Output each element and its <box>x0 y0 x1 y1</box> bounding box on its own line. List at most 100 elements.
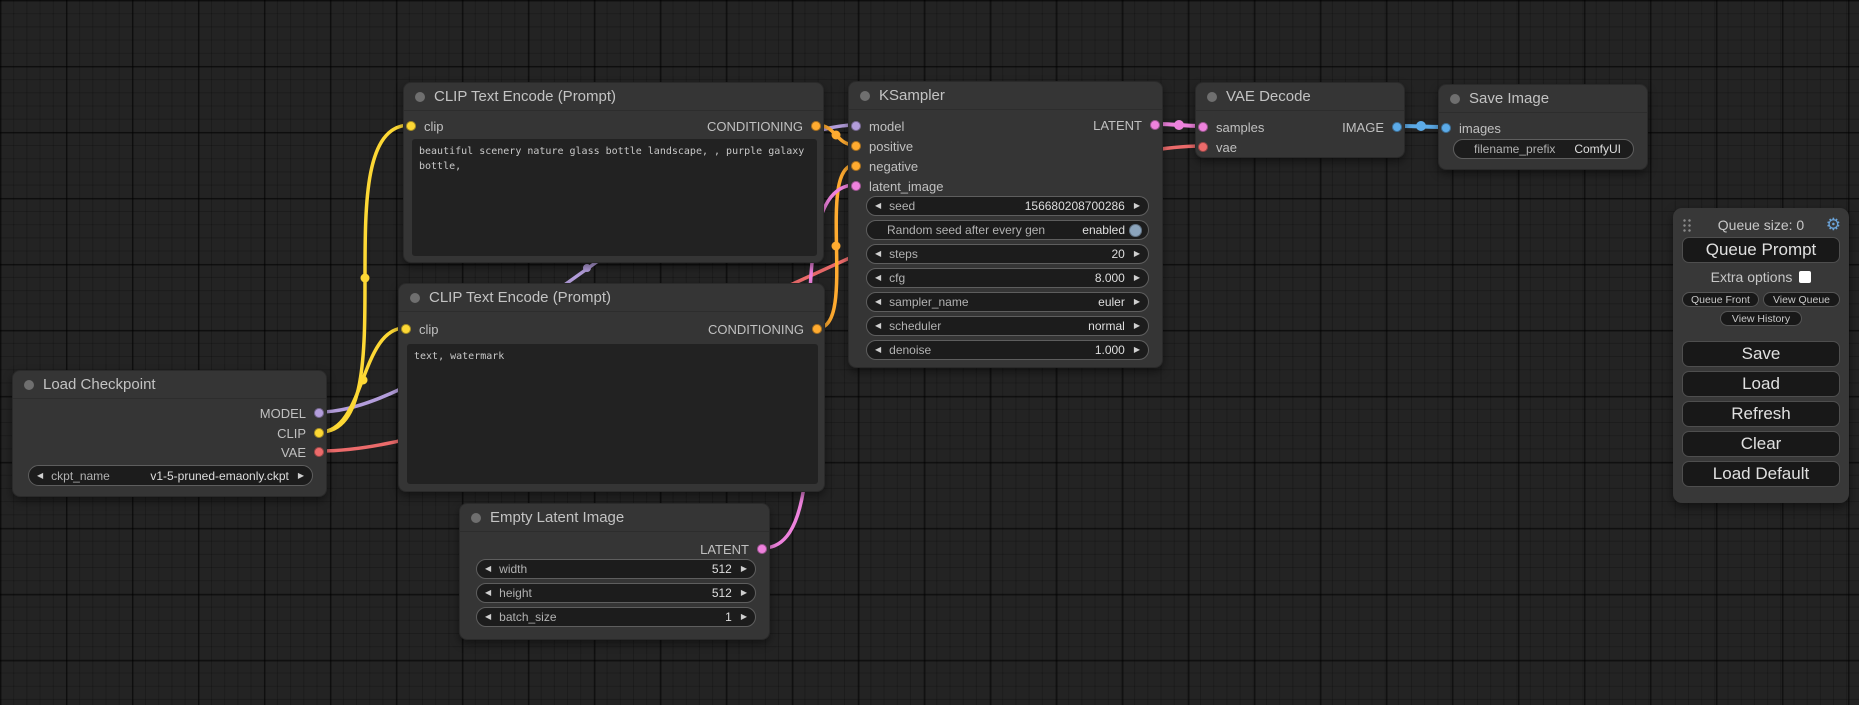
denoise-widget[interactable]: ◀ denoise 1.000 ▶ <box>866 340 1149 360</box>
arrow-left-icon[interactable]: ◀ <box>485 565 491 573</box>
conditioning-port-icon[interactable] <box>851 161 861 171</box>
node-load-checkpoint[interactable]: Load Checkpoint MODEL CLIP VAE ◀ ckpt_na… <box>12 370 327 497</box>
arrow-right-icon[interactable]: ▶ <box>741 565 747 573</box>
node-clip-text-encode-negative[interactable]: CLIP Text Encode (Prompt) clip CONDITION… <box>398 283 825 492</box>
latent-port-icon[interactable] <box>757 544 767 554</box>
seed-widget[interactable]: ◀ seed 156680208700286 ▶ <box>866 196 1149 216</box>
steps-widget[interactable]: ◀ steps 20 ▶ <box>866 244 1149 264</box>
image-port-icon[interactable] <box>1392 122 1402 132</box>
node-save-image[interactable]: Save Image images filename_prefix ComfyU… <box>1438 84 1648 170</box>
collapse-dot-icon[interactable] <box>410 293 420 303</box>
batch-size-widget[interactable]: ◀ batch_size 1 ▶ <box>476 607 756 627</box>
clip-port-icon[interactable] <box>406 121 416 131</box>
collapse-dot-icon[interactable] <box>1450 94 1460 104</box>
arrow-left-icon[interactable]: ◀ <box>875 322 881 330</box>
output-slot-image[interactable]: IMAGE <box>1342 117 1404 137</box>
model-port-icon[interactable] <box>851 121 861 131</box>
arrow-right-icon[interactable]: ▶ <box>1134 274 1140 282</box>
conditioning-port-icon[interactable] <box>812 324 822 334</box>
height-widget[interactable]: ◀ height 512 ▶ <box>476 583 756 603</box>
input-slot-images[interactable]: images <box>1439 118 1501 138</box>
width-widget[interactable]: ◀ width 512 ▶ <box>476 559 756 579</box>
node-graph-canvas[interactable]: Load Checkpoint MODEL CLIP VAE ◀ ckpt_na… <box>0 0 1859 705</box>
arrow-right-icon[interactable]: ▶ <box>1134 346 1140 354</box>
random-seed-toggle[interactable]: Random seed after every gen enabled <box>866 220 1149 240</box>
view-history-button[interactable]: View History <box>1720 311 1802 326</box>
ckpt-name-widget[interactable]: ◀ ckpt_name v1-5-pruned-emaonly.ckpt ▶ <box>28 465 313 486</box>
arrow-right-icon[interactable]: ▶ <box>298 472 304 480</box>
prompt-text-area[interactable]: text, watermark <box>407 344 818 484</box>
node-title-bar[interactable]: CLIP Text Encode (Prompt) <box>399 284 824 312</box>
arrow-right-icon[interactable]: ▶ <box>1134 322 1140 330</box>
node-clip-text-encode-positive[interactable]: CLIP Text Encode (Prompt) clip CONDITION… <box>403 82 824 263</box>
model-port-icon[interactable] <box>314 408 324 418</box>
clip-port-icon[interactable] <box>401 324 411 334</box>
output-slot-model[interactable]: MODEL <box>260 403 326 423</box>
toggle-enabled-icon[interactable] <box>1129 224 1142 237</box>
arrow-left-icon[interactable]: ◀ <box>875 274 881 282</box>
input-slot-vae[interactable]: vae <box>1196 137 1237 157</box>
arrow-left-icon[interactable]: ◀ <box>875 346 881 354</box>
node-title-bar[interactable]: Save Image <box>1439 85 1647 113</box>
input-slot-clip[interactable]: clip <box>399 319 439 339</box>
output-slot-clip[interactable]: CLIP <box>277 423 326 443</box>
collapse-dot-icon[interactable] <box>471 513 481 523</box>
input-slot-latent-image[interactable]: latent_image <box>849 176 943 196</box>
arrow-right-icon[interactable]: ▶ <box>1134 202 1140 210</box>
node-title-bar[interactable]: Load Checkpoint <box>13 371 326 399</box>
save-button[interactable]: Save <box>1682 341 1840 367</box>
arrow-left-icon[interactable]: ◀ <box>875 298 881 306</box>
view-queue-button[interactable]: View Queue <box>1763 292 1840 307</box>
clear-button[interactable]: Clear <box>1682 431 1840 457</box>
output-slot-latent[interactable]: LATENT <box>700 539 769 559</box>
extra-options-checkbox[interactable] <box>1799 271 1811 283</box>
node-title-bar[interactable]: Empty Latent Image <box>460 504 769 532</box>
node-ksampler[interactable]: KSampler model positive negative latent_… <box>848 81 1163 368</box>
arrow-right-icon[interactable]: ▶ <box>1134 250 1140 258</box>
latent-port-icon[interactable] <box>1150 120 1160 130</box>
image-port-icon[interactable] <box>1441 123 1451 133</box>
node-title-bar[interactable]: CLIP Text Encode (Prompt) <box>404 83 823 111</box>
output-slot-conditioning[interactable]: CONDITIONING <box>708 319 824 339</box>
collapse-dot-icon[interactable] <box>860 91 870 101</box>
arrow-right-icon[interactable]: ▶ <box>741 589 747 597</box>
drag-handle-icon[interactable] <box>1682 218 1691 232</box>
node-title-bar[interactable]: KSampler <box>849 82 1162 110</box>
load-button[interactable]: Load <box>1682 371 1840 397</box>
settings-gear-icon[interactable]: ⚙ <box>1826 215 1841 235</box>
conditioning-port-icon[interactable] <box>851 141 861 151</box>
node-empty-latent-image[interactable]: Empty Latent Image LATENT ◀ width 512 ▶ … <box>459 503 770 640</box>
output-slot-latent[interactable]: LATENT <box>1093 115 1162 135</box>
arrow-left-icon[interactable]: ◀ <box>485 613 491 621</box>
arrow-left-icon[interactable]: ◀ <box>485 589 491 597</box>
prompt-text-area[interactable]: beautiful scenery nature glass bottle la… <box>412 139 817 256</box>
queue-front-button[interactable]: Queue Front <box>1682 292 1759 307</box>
scheduler-widget[interactable]: ◀ scheduler normal ▶ <box>866 316 1149 336</box>
collapse-dot-icon[interactable] <box>24 380 34 390</box>
latent-port-icon[interactable] <box>851 181 861 191</box>
node-vae-decode[interactable]: VAE Decode samples vae IMAGE <box>1195 82 1405 158</box>
output-slot-conditioning[interactable]: CONDITIONING <box>707 116 823 136</box>
clip-port-icon[interactable] <box>314 428 324 438</box>
sampler-name-widget[interactable]: ◀ sampler_name euler ▶ <box>866 292 1149 312</box>
latent-port-icon[interactable] <box>1198 122 1208 132</box>
input-slot-samples[interactable]: samples <box>1196 117 1264 137</box>
arrow-right-icon[interactable]: ▶ <box>741 613 747 621</box>
collapse-dot-icon[interactable] <box>1207 92 1217 102</box>
arrow-left-icon[interactable]: ◀ <box>875 250 881 258</box>
refresh-button[interactable]: Refresh <box>1682 401 1840 427</box>
cfg-widget[interactable]: ◀ cfg 8.000 ▶ <box>866 268 1149 288</box>
input-slot-negative[interactable]: negative <box>849 156 918 176</box>
output-slot-vae[interactable]: VAE <box>281 442 326 462</box>
conditioning-port-icon[interactable] <box>811 121 821 131</box>
input-slot-positive[interactable]: positive <box>849 136 913 156</box>
vae-port-icon[interactable] <box>1198 142 1208 152</box>
vae-port-icon[interactable] <box>314 447 324 457</box>
arrow-left-icon[interactable]: ◀ <box>875 202 881 210</box>
collapse-dot-icon[interactable] <box>415 92 425 102</box>
queue-prompt-button[interactable]: Queue Prompt <box>1682 237 1840 263</box>
node-title-bar[interactable]: VAE Decode <box>1196 83 1404 111</box>
load-default-button[interactable]: Load Default <box>1682 461 1840 487</box>
input-slot-clip[interactable]: clip <box>404 116 444 136</box>
input-slot-model[interactable]: model <box>849 116 904 136</box>
